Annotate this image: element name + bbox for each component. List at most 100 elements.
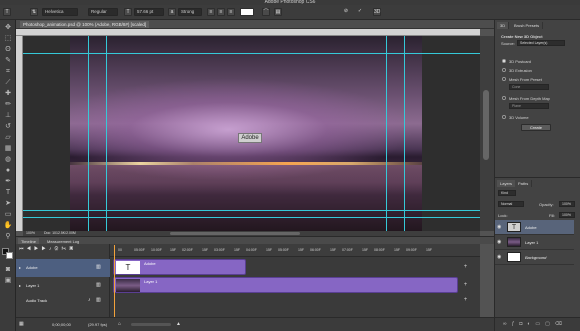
- guide-line[interactable]: [106, 36, 107, 231]
- character-panel-icon[interactable]: ▤: [274, 8, 282, 16]
- new-layer-icon[interactable]: ▢: [545, 321, 555, 327]
- mute-audio-icon[interactable]: ♪: [88, 297, 91, 303]
- align-right-icon[interactable]: ≡: [227, 8, 235, 16]
- layer-row-background[interactable]: ◉ Background: [495, 250, 574, 265]
- history-brush-icon[interactable]: ↺: [3, 122, 13, 132]
- depth-map-select[interactable]: Plane: [509, 103, 549, 109]
- clone-stamp-icon[interactable]: ⊥: [3, 111, 13, 121]
- align-left-icon[interactable]: ≡: [207, 8, 215, 16]
- zoom-level[interactable]: 100%: [26, 231, 35, 235]
- blend-mode-select[interactable]: Normal: [498, 201, 524, 207]
- layer-row-layer1[interactable]: ◉ Layer 1: [495, 235, 574, 250]
- shape-tool-icon[interactable]: ▭: [3, 210, 13, 220]
- guide-line[interactable]: [404, 36, 405, 231]
- font-size-input[interactable]: 57.66 pt: [134, 8, 164, 16]
- commit-icon[interactable]: ✓: [356, 8, 364, 16]
- delete-layer-icon[interactable]: ⌫: [555, 321, 567, 327]
- type-tool-icon[interactable]: T: [3, 188, 13, 198]
- crop-tool-icon[interactable]: ⌗: [3, 67, 13, 77]
- timeline-ruler[interactable]: 00 05:00F 10:00F 15F 02:00F 15F 03:00F 1…: [110, 244, 480, 257]
- quick-mask-icon[interactable]: ◙: [3, 265, 13, 275]
- visibility-eye-icon[interactable]: ◉: [497, 254, 501, 260]
- preset-select[interactable]: Cone: [509, 84, 549, 90]
- new-group-icon[interactable]: ▭: [535, 321, 545, 327]
- font-style-select[interactable]: Regular: [88, 8, 118, 16]
- 3d-volume-radio[interactable]: [502, 115, 506, 119]
- render-icon[interactable]: ⌂: [118, 321, 121, 327]
- clip-adobe[interactable]: T Adobe: [113, 259, 246, 275]
- convert-frame-icon[interactable]: ▦: [19, 321, 24, 327]
- guide-line[interactable]: [23, 210, 480, 211]
- visibility-eye-icon[interactable]: ◉: [497, 224, 501, 230]
- tab-brush-presets[interactable]: Brush Presets: [511, 22, 544, 29]
- move-tool-icon[interactable]: ✥: [3, 23, 13, 33]
- track-row-audio[interactable]: Audio Track ♪ ▥: [16, 295, 110, 307]
- warp-text-icon[interactable]: ⌒: [262, 8, 270, 16]
- zoom-slider[interactable]: [131, 323, 171, 326]
- brush-tool-icon[interactable]: ✏: [3, 100, 13, 110]
- type-tool-preset-icon[interactable]: T: [3, 8, 11, 16]
- tab-paths[interactable]: Paths: [515, 180, 533, 187]
- mesh-from-preset-radio[interactable]: [502, 77, 506, 81]
- 3d-postcard-radio[interactable]: [502, 59, 506, 63]
- tab-layers[interactable]: Layers: [497, 180, 517, 187]
- track-options-icon[interactable]: ▥: [96, 282, 101, 288]
- screen-mode-icon[interactable]: ▣: [3, 276, 13, 286]
- create-3d-button[interactable]: Create: [521, 124, 551, 131]
- expand-track-icon[interactable]: ▸: [19, 265, 21, 270]
- horizontal-scroll-thumb[interactable]: [170, 232, 300, 235]
- fill-input[interactable]: 100%: [559, 212, 575, 218]
- track-row-adobe[interactable]: ▸ Adobe ▥: [16, 259, 110, 277]
- zoom-tool-icon[interactable]: ⚲: [3, 232, 13, 242]
- mesh-from-depth-radio[interactable]: [502, 96, 506, 100]
- tab-3d[interactable]: 3D: [497, 22, 510, 29]
- visibility-eye-icon[interactable]: ◉: [497, 239, 501, 245]
- source-select[interactable]: Selected Layer(s): [517, 40, 565, 46]
- eraser-icon[interactable]: ▱: [3, 133, 13, 143]
- transition-icon[interactable]: ▣: [69, 246, 76, 252]
- 3d-mode-icon[interactable]: 3D: [373, 8, 381, 16]
- expand-track-icon[interactable]: ▸: [19, 283, 21, 288]
- align-center-icon[interactable]: ≡: [217, 8, 225, 16]
- track-row-layer1[interactable]: ▸ Layer 1 ▥: [16, 277, 110, 295]
- link-layers-icon[interactable]: ∞: [503, 321, 512, 327]
- add-media-icon[interactable]: +: [462, 282, 469, 289]
- audio-options-icon[interactable]: ▥: [96, 297, 101, 303]
- first-frame-icon[interactable]: ⏮: [19, 246, 27, 252]
- guide-line[interactable]: [88, 36, 89, 231]
- antialias-select[interactable]: Strong: [178, 8, 202, 16]
- add-media-icon[interactable]: +: [462, 264, 469, 271]
- track-options-icon[interactable]: ▥: [96, 264, 101, 270]
- 3d-extrusion-radio[interactable]: [502, 68, 506, 72]
- path-select-icon[interactable]: ➤: [3, 199, 13, 209]
- healing-brush-icon[interactable]: ✚: [3, 89, 13, 99]
- background-color-swatch[interactable]: [6, 252, 13, 259]
- hand-tool-icon[interactable]: ✋: [3, 221, 13, 231]
- playhead[interactable]: [114, 245, 115, 317]
- next-frame-icon[interactable]: ▶: [41, 246, 48, 252]
- clip-layer1[interactable]: Layer 1: [113, 277, 458, 293]
- lasso-tool-icon[interactable]: ʘ: [3, 45, 13, 55]
- quick-select-icon[interactable]: ✎: [3, 56, 13, 66]
- dodge-tool-icon[interactable]: ●: [3, 166, 13, 176]
- blur-tool-icon[interactable]: ◍: [3, 155, 13, 165]
- text-color-swatch[interactable]: [240, 8, 254, 16]
- text-orientation-icon[interactable]: ⇅: [30, 8, 38, 16]
- document-tab[interactable]: Photoshop_animation.psd @ 100% (Adobe, R…: [20, 21, 150, 28]
- cancel-icon[interactable]: ⊘: [342, 8, 350, 16]
- layer-row-adobe[interactable]: ◉ T Adobe: [495, 220, 574, 235]
- vertical-scroll-thumb[interactable]: [483, 90, 489, 160]
- text-layer-adobe[interactable]: Adobe: [238, 133, 262, 143]
- add-audio-icon[interactable]: +: [462, 297, 469, 304]
- horizontal-ruler[interactable]: [16, 29, 480, 36]
- eyedropper-icon[interactable]: ⟋: [3, 78, 13, 88]
- marquee-tool-icon[interactable]: ⬚: [3, 34, 13, 44]
- guide-line[interactable]: [386, 36, 387, 231]
- guide-line[interactable]: [23, 53, 480, 54]
- zoom-in-icon[interactable]: ▲: [176, 321, 181, 327]
- opacity-input[interactable]: 100%: [559, 201, 575, 207]
- pen-tool-icon[interactable]: ✒: [3, 177, 13, 187]
- guide-line[interactable]: [23, 217, 480, 218]
- prev-frame-icon[interactable]: ◀: [27, 246, 34, 252]
- gradient-tool-icon[interactable]: ▦: [3, 144, 13, 154]
